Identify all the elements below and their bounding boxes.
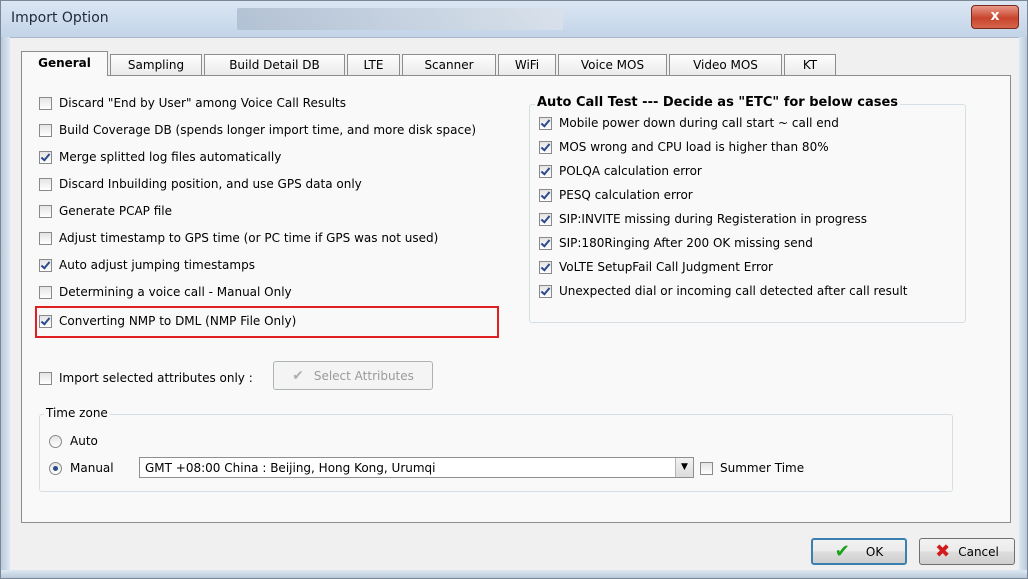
- checkbox[interactable]: [39, 258, 52, 272]
- option-label: Build Coverage DB (spends longer import …: [59, 123, 477, 137]
- checkbox[interactable]: [39, 96, 52, 110]
- cancel-button[interactable]: ✖ Cancel: [919, 538, 1015, 565]
- checkbox[interactable]: [539, 260, 552, 274]
- auto-option-unexpected-dial[interactable]: Unexpected dial or incoming call detecte…: [539, 284, 908, 298]
- dropdown-arrow-icon[interactable]: ▼: [675, 458, 693, 477]
- checkmark-icon: ✔: [292, 367, 304, 384]
- window-frame-left: [1, 37, 10, 578]
- option-label: Auto adjust jumping timestamps: [59, 258, 255, 272]
- option-discard-end-by-user[interactable]: Discard "End by User" among Voice Call R…: [39, 96, 346, 110]
- checkbox[interactable]: [39, 371, 52, 385]
- checkbox[interactable]: [39, 123, 52, 137]
- option-label: SIP:180Ringing After 200 OK missing send: [559, 236, 813, 250]
- tab-scanner[interactable]: Scanner: [402, 54, 496, 75]
- tab-general[interactable]: General: [21, 51, 108, 76]
- timezone-auto-radio[interactable]: Auto: [49, 434, 98, 448]
- option-auto-adjust-jumping-timestamps[interactable]: Auto adjust jumping timestamps: [39, 258, 255, 272]
- auto-option-volte-setupfail[interactable]: VoLTE SetupFail Call Judgment Error: [539, 260, 773, 274]
- close-button[interactable]: x: [971, 5, 1019, 29]
- option-merge-splitted-logs[interactable]: Merge splitted log files automatically: [39, 150, 281, 164]
- summer-time-label: Summer Time: [720, 461, 805, 475]
- checkbox[interactable]: [700, 461, 713, 475]
- tab-build-detail-db[interactable]: Build Detail DB: [204, 54, 345, 75]
- tab-kt[interactable]: KT: [784, 54, 836, 75]
- tab-video-mos[interactable]: Video MOS: [669, 54, 782, 75]
- option-generate-pcap[interactable]: Generate PCAP file: [39, 204, 172, 218]
- timezone-select[interactable]: GMT +08:00 China : Beijing, Hong Kong, U…: [139, 457, 694, 478]
- ok-label: OK: [865, 544, 884, 559]
- window-frame-right: [1019, 37, 1027, 578]
- option-label: MOS wrong and CPU load is higher than 80…: [559, 140, 829, 154]
- option-import-selected-attributes[interactable]: Import selected attributes only :: [39, 371, 253, 385]
- option-adjust-timestamp-gps[interactable]: Adjust timestamp to GPS time (or PC time…: [39, 231, 438, 245]
- radio-label: Manual: [70, 461, 114, 475]
- tab-wifi[interactable]: WiFi: [498, 54, 556, 75]
- checkbox[interactable]: [539, 164, 552, 178]
- ok-check-icon: ✔: [834, 541, 850, 562]
- checkbox[interactable]: [39, 150, 52, 164]
- auto-option-sip-180-ringing[interactable]: SIP:180Ringing After 200 OK missing send: [539, 236, 813, 250]
- select-attributes-label: Select Attributes: [313, 368, 414, 383]
- option-build-coverage-db[interactable]: Build Coverage DB (spends longer import …: [39, 123, 476, 137]
- option-label: Generate PCAP file: [59, 204, 173, 218]
- tab-sampling[interactable]: Sampling: [110, 54, 202, 75]
- option-determining-voice-call[interactable]: Determining a voice call - Manual Only: [39, 285, 292, 299]
- checkbox[interactable]: [539, 236, 552, 250]
- checkbox[interactable]: [39, 177, 52, 191]
- auto-option-mos-wrong-cpu[interactable]: MOS wrong and CPU load is higher than 80…: [539, 140, 829, 154]
- close-icon: x: [990, 8, 1000, 24]
- option-label: Unexpected dial or incoming call detecte…: [559, 284, 908, 298]
- checkbox[interactable]: [539, 188, 552, 202]
- option-label: Mobile power down during call start ~ ca…: [559, 116, 839, 130]
- checkbox[interactable]: [39, 231, 52, 245]
- select-attributes-button[interactable]: ✔ Select Attributes: [273, 361, 433, 390]
- checkbox[interactable]: [39, 204, 52, 218]
- option-label: PESQ calculation error: [559, 188, 693, 202]
- highlight-annotation: [35, 306, 499, 338]
- general-tab-panel: Discard "End by User" among Voice Call R…: [21, 75, 1011, 523]
- option-label: Adjust timestamp to GPS time (or PC time…: [59, 231, 439, 245]
- option-label: SIP:INVITE missing during Registeration …: [559, 212, 867, 226]
- title-bar-caption-blur: [237, 8, 563, 30]
- radio-button[interactable]: [49, 461, 62, 475]
- tab-lte[interactable]: LTE: [347, 54, 400, 75]
- summer-time-checkbox[interactable]: Summer Time: [700, 461, 804, 475]
- option-label: Merge splitted log files automatically: [59, 150, 282, 164]
- radio-button[interactable]: [49, 434, 62, 448]
- radio-label: Auto: [70, 434, 98, 448]
- import-option-dialog: Import Option x General Sampling Build D…: [0, 0, 1028, 579]
- auto-option-sip-invite-missing[interactable]: SIP:INVITE missing during Registeration …: [539, 212, 867, 226]
- option-discard-inbuilding-position[interactable]: Discard Inbuilding position, and use GPS…: [39, 177, 362, 191]
- window-title: Import Option: [11, 10, 109, 26]
- option-label: Discard "End by User" among Voice Call R…: [59, 96, 347, 110]
- checkbox[interactable]: [539, 116, 552, 130]
- checkbox[interactable]: [539, 284, 552, 298]
- time-zone-group: [39, 414, 953, 492]
- tab-voice-mos[interactable]: Voice MOS: [558, 54, 667, 75]
- option-label: Determining a voice call - Manual Only: [59, 285, 292, 299]
- checkbox[interactable]: [539, 140, 552, 154]
- checkbox[interactable]: [39, 285, 52, 299]
- cancel-label: Cancel: [958, 544, 999, 559]
- auto-option-pesq-error[interactable]: PESQ calculation error: [539, 188, 693, 202]
- auto-option-polqa-error[interactable]: POLQA calculation error: [539, 164, 702, 178]
- option-label: POLQA calculation error: [559, 164, 702, 178]
- checkbox[interactable]: [539, 212, 552, 226]
- option-label: VoLTE SetupFail Call Judgment Error: [559, 260, 773, 274]
- auto-option-mobile-power-down[interactable]: Mobile power down during call start ~ ca…: [539, 116, 839, 130]
- time-zone-title: Time zone: [44, 406, 110, 420]
- title-bar: Import Option x: [1, 1, 1027, 38]
- option-label: Import selected attributes only :: [59, 371, 253, 385]
- cancel-x-icon: ✖: [935, 541, 951, 562]
- window-frame-bottom: [1, 570, 1027, 578]
- auto-call-test-title: Auto Call Test --- Decide as "ETC" for b…: [535, 95, 901, 110]
- timezone-value: GMT +08:00 China : Beijing, Hong Kong, U…: [145, 461, 436, 475]
- timezone-manual-radio[interactable]: Manual: [49, 461, 114, 475]
- ok-button[interactable]: ✔ OK: [811, 538, 907, 565]
- option-label: Discard Inbuilding position, and use GPS…: [59, 177, 362, 191]
